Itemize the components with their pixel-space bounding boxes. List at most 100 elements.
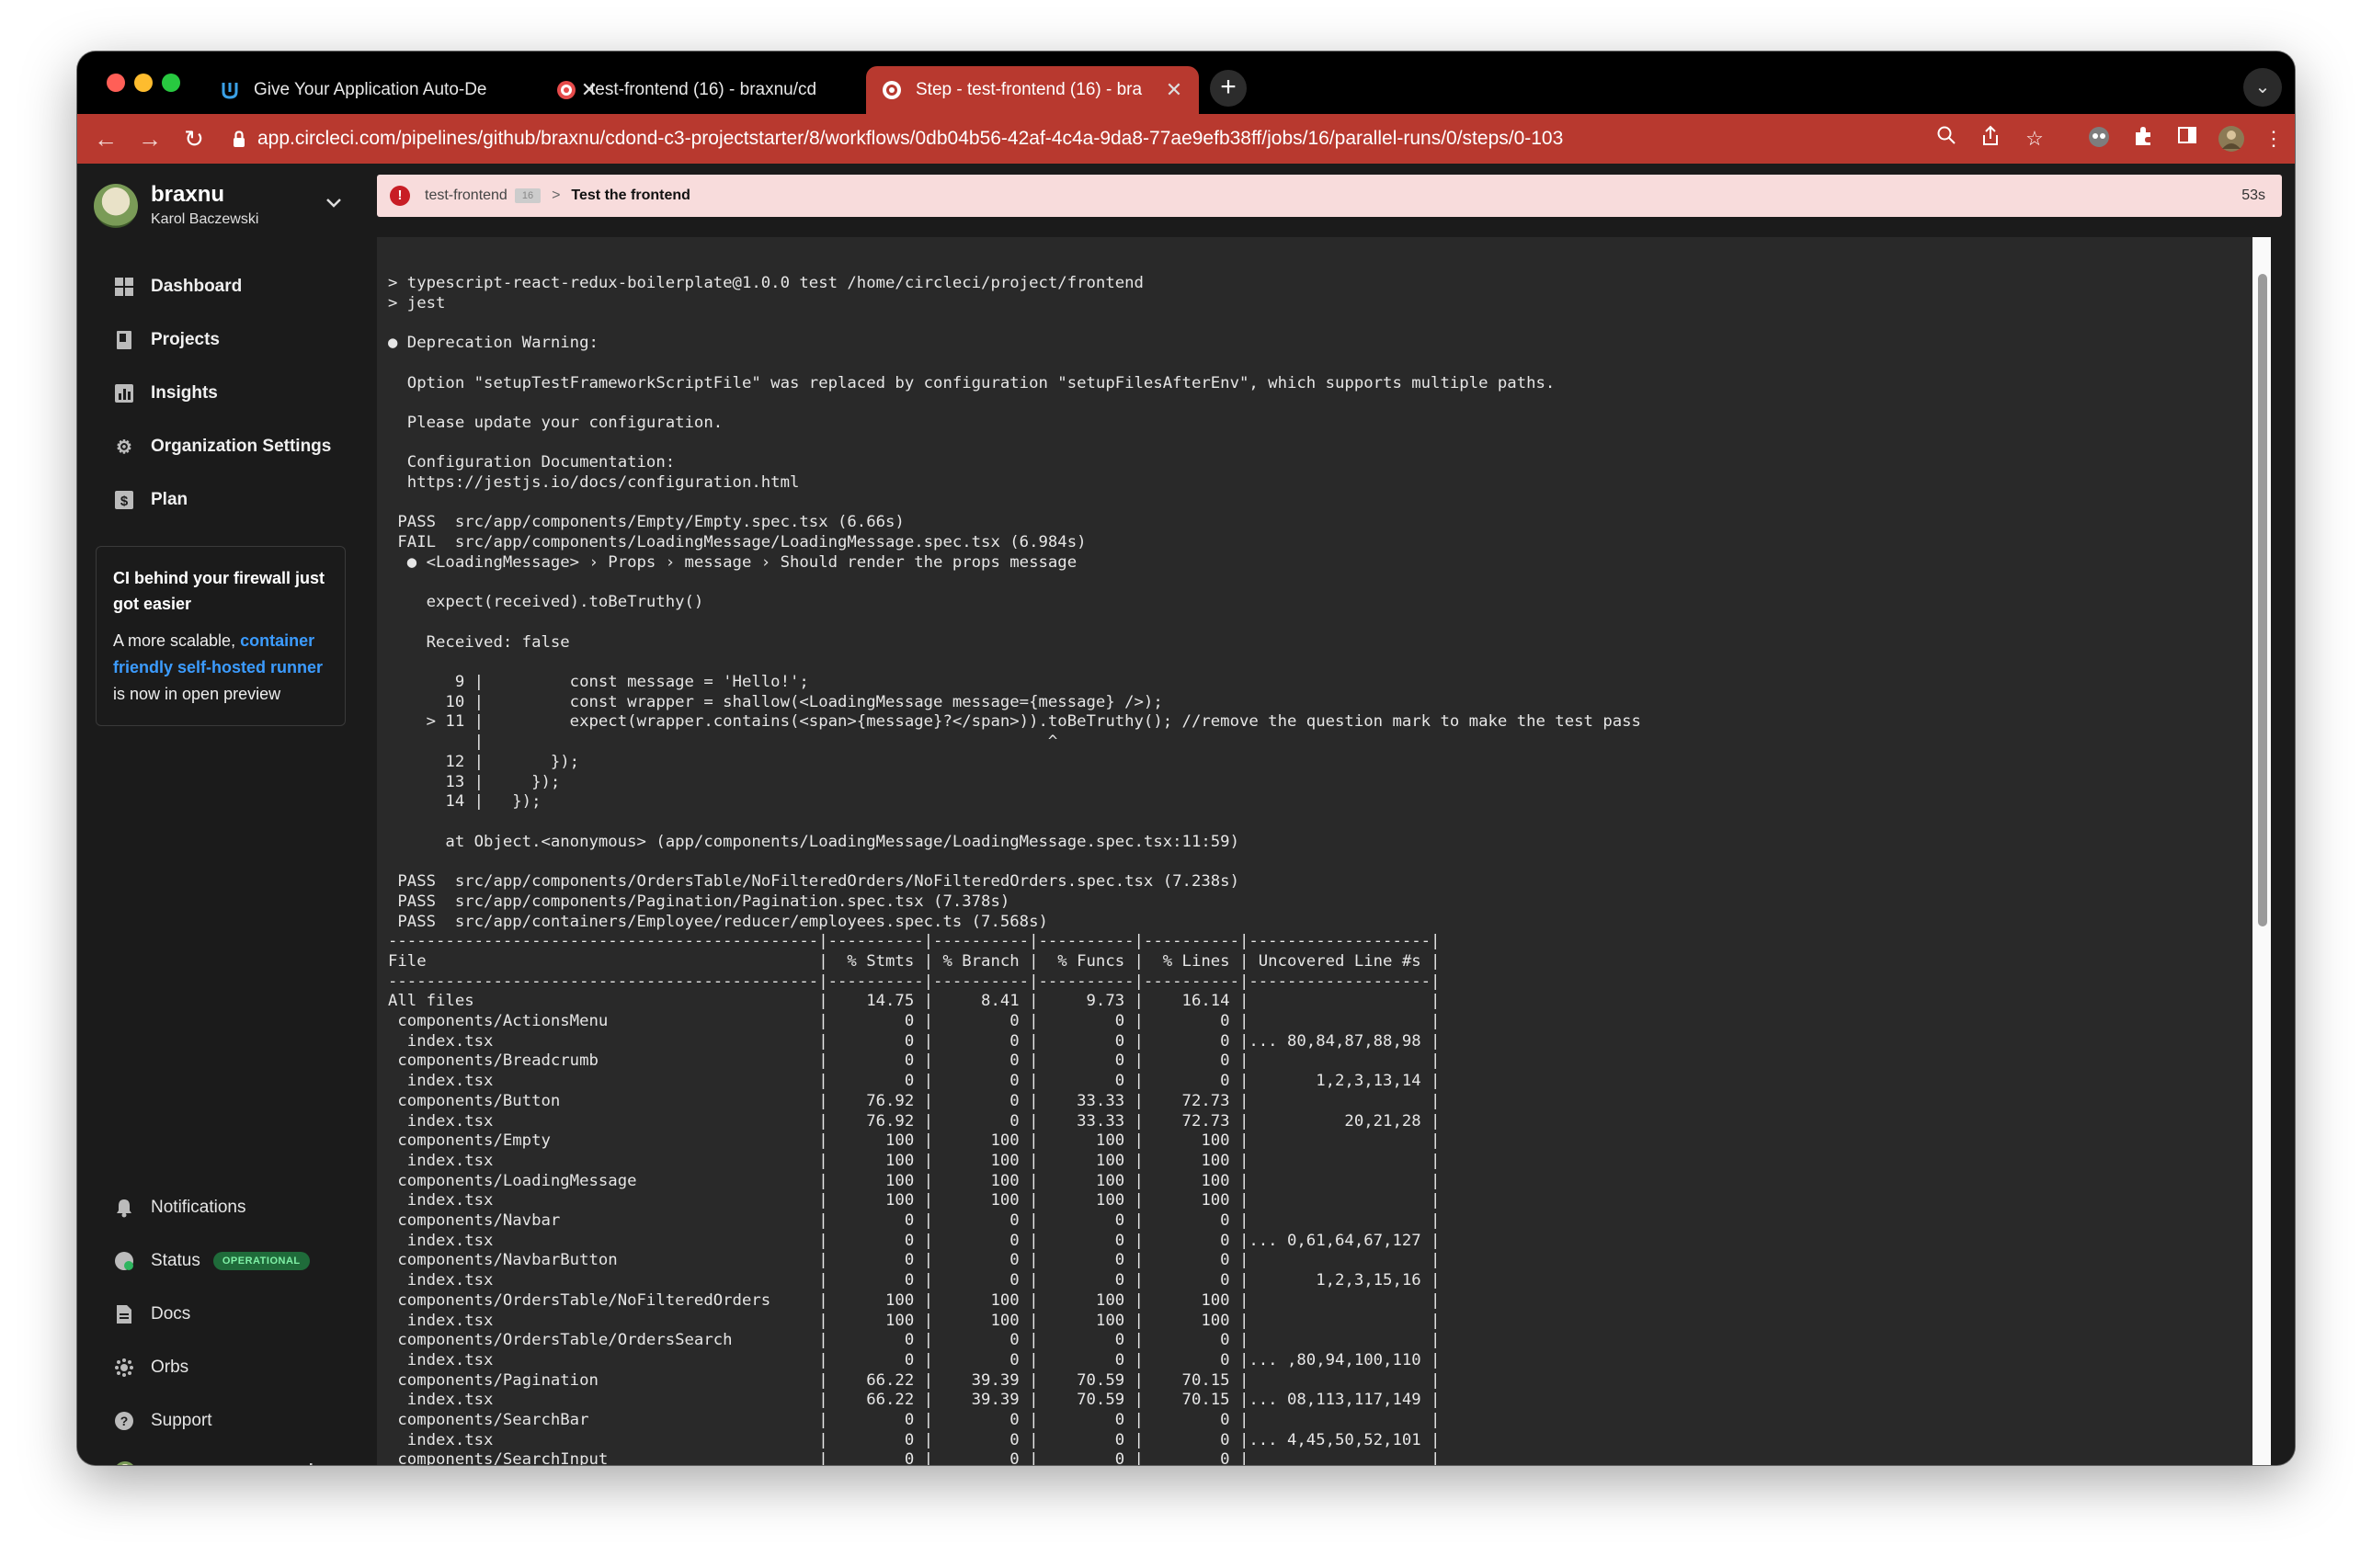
browser-window: Give Your Application Auto-De ✕ test-fro… <box>77 51 2295 1465</box>
console-line: 13 | }); <box>388 772 561 791</box>
bell-icon <box>112 1196 136 1220</box>
sidebar-item-label: Insights <box>151 383 218 403</box>
sidebar-item-label: Projects <box>151 330 220 349</box>
console-line: components/Navbar | 0 | 0 | 0 | 0 | | <box>388 1211 1441 1231</box>
step-duration: 53s <box>2241 187 2265 203</box>
console-line: components/OrdersTable/OrdersSearch | 0 … <box>388 1331 1441 1350</box>
console-line: components/Empty | 100 | 100 | 100 | 100… <box>388 1131 1441 1151</box>
back-button[interactable]: ← <box>90 123 121 154</box>
console-line: index.tsx | 0 | 0 | 0 | 0 |... 80,84,87,… <box>388 1031 1441 1051</box>
console-scrollbar-thumb[interactable] <box>2258 274 2267 926</box>
org-name: braxnu <box>151 182 225 207</box>
console-line: components/NavbarButton | 0 | 0 | 0 | 0 … <box>388 1251 1441 1270</box>
console-line: 9 | const message = 'Hello!'; <box>388 673 809 692</box>
console-line: 10 | const wrapper = shallow(<LoadingMes… <box>388 692 1163 711</box>
gear-icon: ⚙ <box>116 437 132 458</box>
bookmark-star-icon[interactable]: ☆ <box>2021 125 2048 153</box>
console-line: Received: false <box>388 632 570 652</box>
reload-icon: ↻ <box>184 125 204 153</box>
console-line: File | % Stmts | % Branch | % Funcs | % … <box>388 951 1441 971</box>
sidebar-item-plan[interactable]: $ Plan <box>112 482 188 518</box>
lock-icon <box>232 119 254 162</box>
sidebar-item-label: Orbs <box>151 1358 189 1377</box>
console-line: index.tsx | 0 | 0 | 0 | 0 | 1,2,3,13,14 … <box>388 1072 1441 1091</box>
sidebar-item-insights[interactable]: Insights <box>112 375 218 412</box>
console-text: > typescript-react-redux-boilerplate@1.0… <box>388 274 1641 1465</box>
console-line: ● <LoadingMessage> › Props › message › S… <box>388 552 1078 572</box>
console-line: FAIL src/app/components/LoadingMessage/L… <box>388 533 1087 552</box>
breadcrumb-separator: > <box>552 187 561 203</box>
console-line: expect(received).toBeTruthy() <box>388 593 704 612</box>
tab-step-active[interactable]: Step - test-frontend (16) - bra ✕ <box>866 66 1199 114</box>
sidebar-item-orbs[interactable]: Orbs <box>112 1349 188 1386</box>
user-name: Karol Baczewski <box>151 211 259 227</box>
console-line: ----------------------------------------… <box>388 971 1441 991</box>
step-header[interactable]: ! test-frontend 16 > Test the frontend 5… <box>377 175 2282 217</box>
sidebar-item-dashboard[interactable]: Dashboard <box>112 268 242 305</box>
promo-text-before: A more scalable, <box>113 631 241 650</box>
circleci-icon <box>881 79 903 101</box>
job-name: test-frontend <box>425 187 507 203</box>
collapse-sidebar-icon[interactable] <box>307 1460 327 1465</box>
sidebar-item-projects[interactable]: Projects <box>112 322 220 358</box>
console-line: components/SearchBar | 0 | 0 | 0 | 0 | | <box>388 1411 1441 1430</box>
console-line: PASS src/app/components/OrdersTable/NoFi… <box>388 872 1239 892</box>
tab-title: test-frontend (16) - braxnu/cd <box>590 80 817 99</box>
udacity-icon <box>219 79 241 101</box>
user-avatar[interactable] <box>114 1461 136 1465</box>
console-line: index.tsx | 100 | 100 | 100 | 100 | | <box>388 1311 1441 1330</box>
insights-icon <box>112 381 136 405</box>
side-panel-icon[interactable] <box>2173 125 2201 153</box>
address-bar[interactable]: app.circleci.com/pipelines/github/braxnu… <box>232 119 1951 158</box>
reload-button[interactable]: ↻ <box>178 123 210 154</box>
sidebar-item-label: Notifications <box>151 1198 246 1217</box>
close-window-button[interactable] <box>107 74 125 92</box>
sidebar-item-support[interactable]: ? Support <box>112 1403 212 1439</box>
sidebar-item-status[interactable]: Status OPERATIONAL <box>112 1243 310 1279</box>
console-line: 12 | }); <box>388 752 580 771</box>
forward-button[interactable]: → <box>134 123 165 154</box>
console-line: > 11 | expect(wrapper.contains(<span>{me… <box>388 712 1641 732</box>
sidebar-item-label: Dashboard <box>151 277 243 296</box>
zoom-icon[interactable] <box>1933 125 1960 153</box>
zoom-window-button[interactable] <box>162 74 180 92</box>
console-line: ----------------------------------------… <box>388 932 1441 951</box>
puzzle-icon[interactable] <box>2129 125 2157 153</box>
status-badge: OPERATIONAL <box>212 1252 310 1270</box>
console-line: Configuration Documentation: <box>388 453 676 472</box>
sidebar-item-notifications[interactable]: Notifications <box>112 1189 246 1226</box>
console-line: components/Pagination | 66.22 | 39.39 | … <box>388 1370 1441 1390</box>
new-tab-button[interactable]: + <box>1210 70 1247 107</box>
console-line: PASS src/app/components/Empty/Empty.spec… <box>388 513 905 532</box>
console-line: | ^ <box>388 733 1058 752</box>
console-line: Please update your configuration. <box>388 413 724 432</box>
org-switcher[interactable]: braxnu Karol Baczewski <box>94 180 351 235</box>
profile-avatar-icon[interactable] <box>2218 125 2245 153</box>
console-output[interactable]: > typescript-react-redux-boilerplate@1.0… <box>377 237 2252 1465</box>
sidebar-item-docs[interactable]: Docs <box>112 1296 190 1333</box>
console-line: index.tsx | 66.22 | 39.39 | 70.59 | 70.1… <box>388 1391 1441 1410</box>
url-text: app.circleci.com/pipelines/github/braxnu… <box>257 128 1564 149</box>
share-icon[interactable] <box>1977 125 2004 153</box>
step-name: Test the frontend <box>571 187 690 203</box>
console-line: https://jestjs.io/docs/configuration.htm… <box>388 473 800 493</box>
svg-text:$: $ <box>120 494 129 509</box>
sidebar-item-label: Status <box>151 1251 200 1270</box>
console-line: components/SearchInput | 0 | 0 | 0 | 0 |… <box>388 1450 1441 1465</box>
browser-menu-icon[interactable]: ⋮ <box>2260 125 2287 153</box>
console-line: index.tsx | 0 | 0 | 0 | 0 |... ,80,94,10… <box>388 1350 1441 1369</box>
extension-icon[interactable] <box>2085 125 2113 153</box>
docs-icon <box>112 1302 136 1326</box>
console-line: > typescript-react-redux-boilerplate@1.0… <box>388 274 1144 292</box>
minimize-window-button[interactable] <box>134 74 153 92</box>
console-line: All files | 14.75 | 8.41 | 9.73 | 16.14 … <box>388 992 1441 1011</box>
close-icon[interactable]: ✕ <box>1164 78 1184 102</box>
console-line: > jest <box>388 293 446 312</box>
console-line: index.tsx | 0 | 0 | 0 | 0 |... 4,45,50,5… <box>388 1430 1441 1449</box>
arrow-right-icon: → <box>138 125 162 153</box>
console-line: Option "setupTestFrameworkScriptFile" wa… <box>388 373 1556 392</box>
tab-search-button[interactable]: ⌄ <box>2243 68 2282 107</box>
projects-icon <box>112 328 136 352</box>
dollar-icon: $ <box>112 488 136 512</box>
sidebar-item-organization-settings[interactable]: ⚙ Organization Settings <box>112 428 331 465</box>
